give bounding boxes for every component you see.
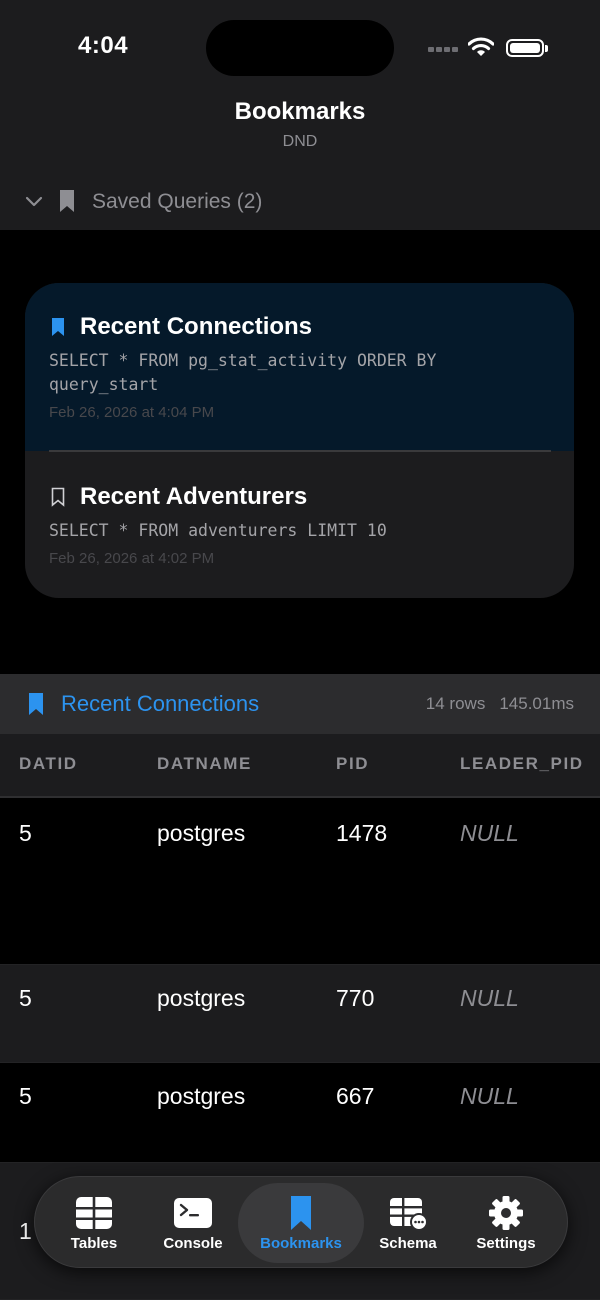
tab-schema[interactable]: Schema: [367, 1177, 449, 1269]
page-subtitle: DND: [282, 133, 318, 150]
saved-query-title: Recent Connections: [80, 313, 313, 340]
bookmark-icon: [60, 190, 74, 212]
tab-tables[interactable]: Tables: [53, 1177, 135, 1269]
tab-label: Tables: [70, 1235, 118, 1252]
saved-query-sql: SELECT * FROM adventurers LIMIT 10: [49, 521, 387, 540]
table-cell: NULL: [460, 1083, 519, 1109]
table-cell: 5: [19, 1083, 32, 1109]
table-cell: NULL: [460, 985, 519, 1011]
column-header-pid[interactable]: PID: [336, 754, 369, 774]
tab-bookmarks[interactable]: Bookmarks: [238, 1183, 364, 1263]
tab-label: Console: [163, 1235, 223, 1252]
column-header-datid[interactable]: DATID: [19, 754, 78, 774]
table-cell: postgres: [157, 985, 246, 1011]
wifi-icon: [468, 37, 494, 56]
table-cell: 667: [336, 1083, 375, 1109]
table-cell: NULL: [460, 820, 519, 846]
status-time: 4:04: [78, 32, 129, 59]
column-header-datname[interactable]: DATNAME: [157, 754, 252, 774]
tab-settings[interactable]: Settings: [465, 1177, 547, 1269]
table-row[interactable]: 5 postgres 1478 NULL: [0, 800, 600, 965]
table-cell: postgres: [157, 820, 246, 846]
divider: [49, 450, 551, 452]
saved-query-item[interactable]: Recent Connections SELECT * FROM pg_stat…: [25, 283, 574, 451]
table-icon: [76, 1197, 112, 1229]
results-header: Recent Connections 14 rows 145.01ms: [0, 674, 600, 734]
table-cell: postgres: [157, 1083, 246, 1109]
dynamic-island: [206, 20, 394, 76]
table-row[interactable]: 5 postgres 667 NULL: [0, 1063, 600, 1163]
gear-icon: [489, 1196, 523, 1230]
saved-query-date: Feb 26, 2026 at 4:02 PM: [49, 550, 215, 567]
bookmark-icon: [291, 1196, 311, 1230]
tab-bar: Tables Console Bookmarks Schema Settings: [34, 1176, 568, 1268]
table-cell: 1478: [336, 820, 388, 846]
saved-query-sql: SELECT * FROM pg_stat_activity ORDER BY …: [49, 351, 437, 394]
chevron-down-icon: [25, 196, 43, 207]
saved-query-title: Recent Adventurers: [80, 483, 308, 510]
saved-queries-card: Recent Connections SELECT * FROM pg_stat…: [25, 283, 574, 598]
table-header: DATID DATNAME PID LEADER_PID: [0, 734, 600, 798]
table-cell: 5: [19, 820, 32, 846]
tab-label: Bookmarks: [260, 1235, 342, 1252]
battery-icon: [506, 39, 548, 57]
tab-label: Settings: [476, 1235, 536, 1252]
tab-label: Schema: [379, 1235, 437, 1252]
schema-icon: [390, 1198, 428, 1231]
table-cell: 1: [19, 1218, 32, 1244]
saved-queries-header[interactable]: Saved Queries (2): [0, 182, 600, 222]
saved-query-item[interactable]: Recent Adventurers SELECT * FROM adventu…: [25, 453, 574, 598]
table-cell: 5: [19, 985, 32, 1011]
table-cell: 770: [336, 985, 375, 1011]
page-title: Bookmarks: [234, 98, 366, 125]
column-header-leader-pid[interactable]: LEADER_PID: [460, 754, 584, 774]
table-row[interactable]: 5 postgres 770 NULL: [0, 965, 600, 1063]
results-title: Recent Connections: [61, 691, 260, 716]
tab-console[interactable]: Console: [151, 1177, 235, 1269]
bookmark-filled-icon: [29, 693, 43, 715]
bookmark-filled-icon: [52, 318, 64, 336]
row-count: 14 rows: [425, 694, 486, 713]
query-duration: 145.01ms: [499, 694, 574, 713]
results-meta: 14 rows 145.01ms: [426, 694, 574, 714]
terminal-icon: [174, 1198, 212, 1228]
saved-query-date: Feb 26, 2026 at 4:04 PM: [49, 404, 215, 421]
saved-queries-title: Saved Queries (2): [92, 190, 263, 213]
bookmark-outline-icon: [51, 487, 65, 507]
status-indicators: [428, 36, 578, 62]
top-area: 4:04 Bookmarks DND Saved Queries (2): [0, 0, 600, 230]
cellular-signal-icon: [428, 47, 460, 53]
